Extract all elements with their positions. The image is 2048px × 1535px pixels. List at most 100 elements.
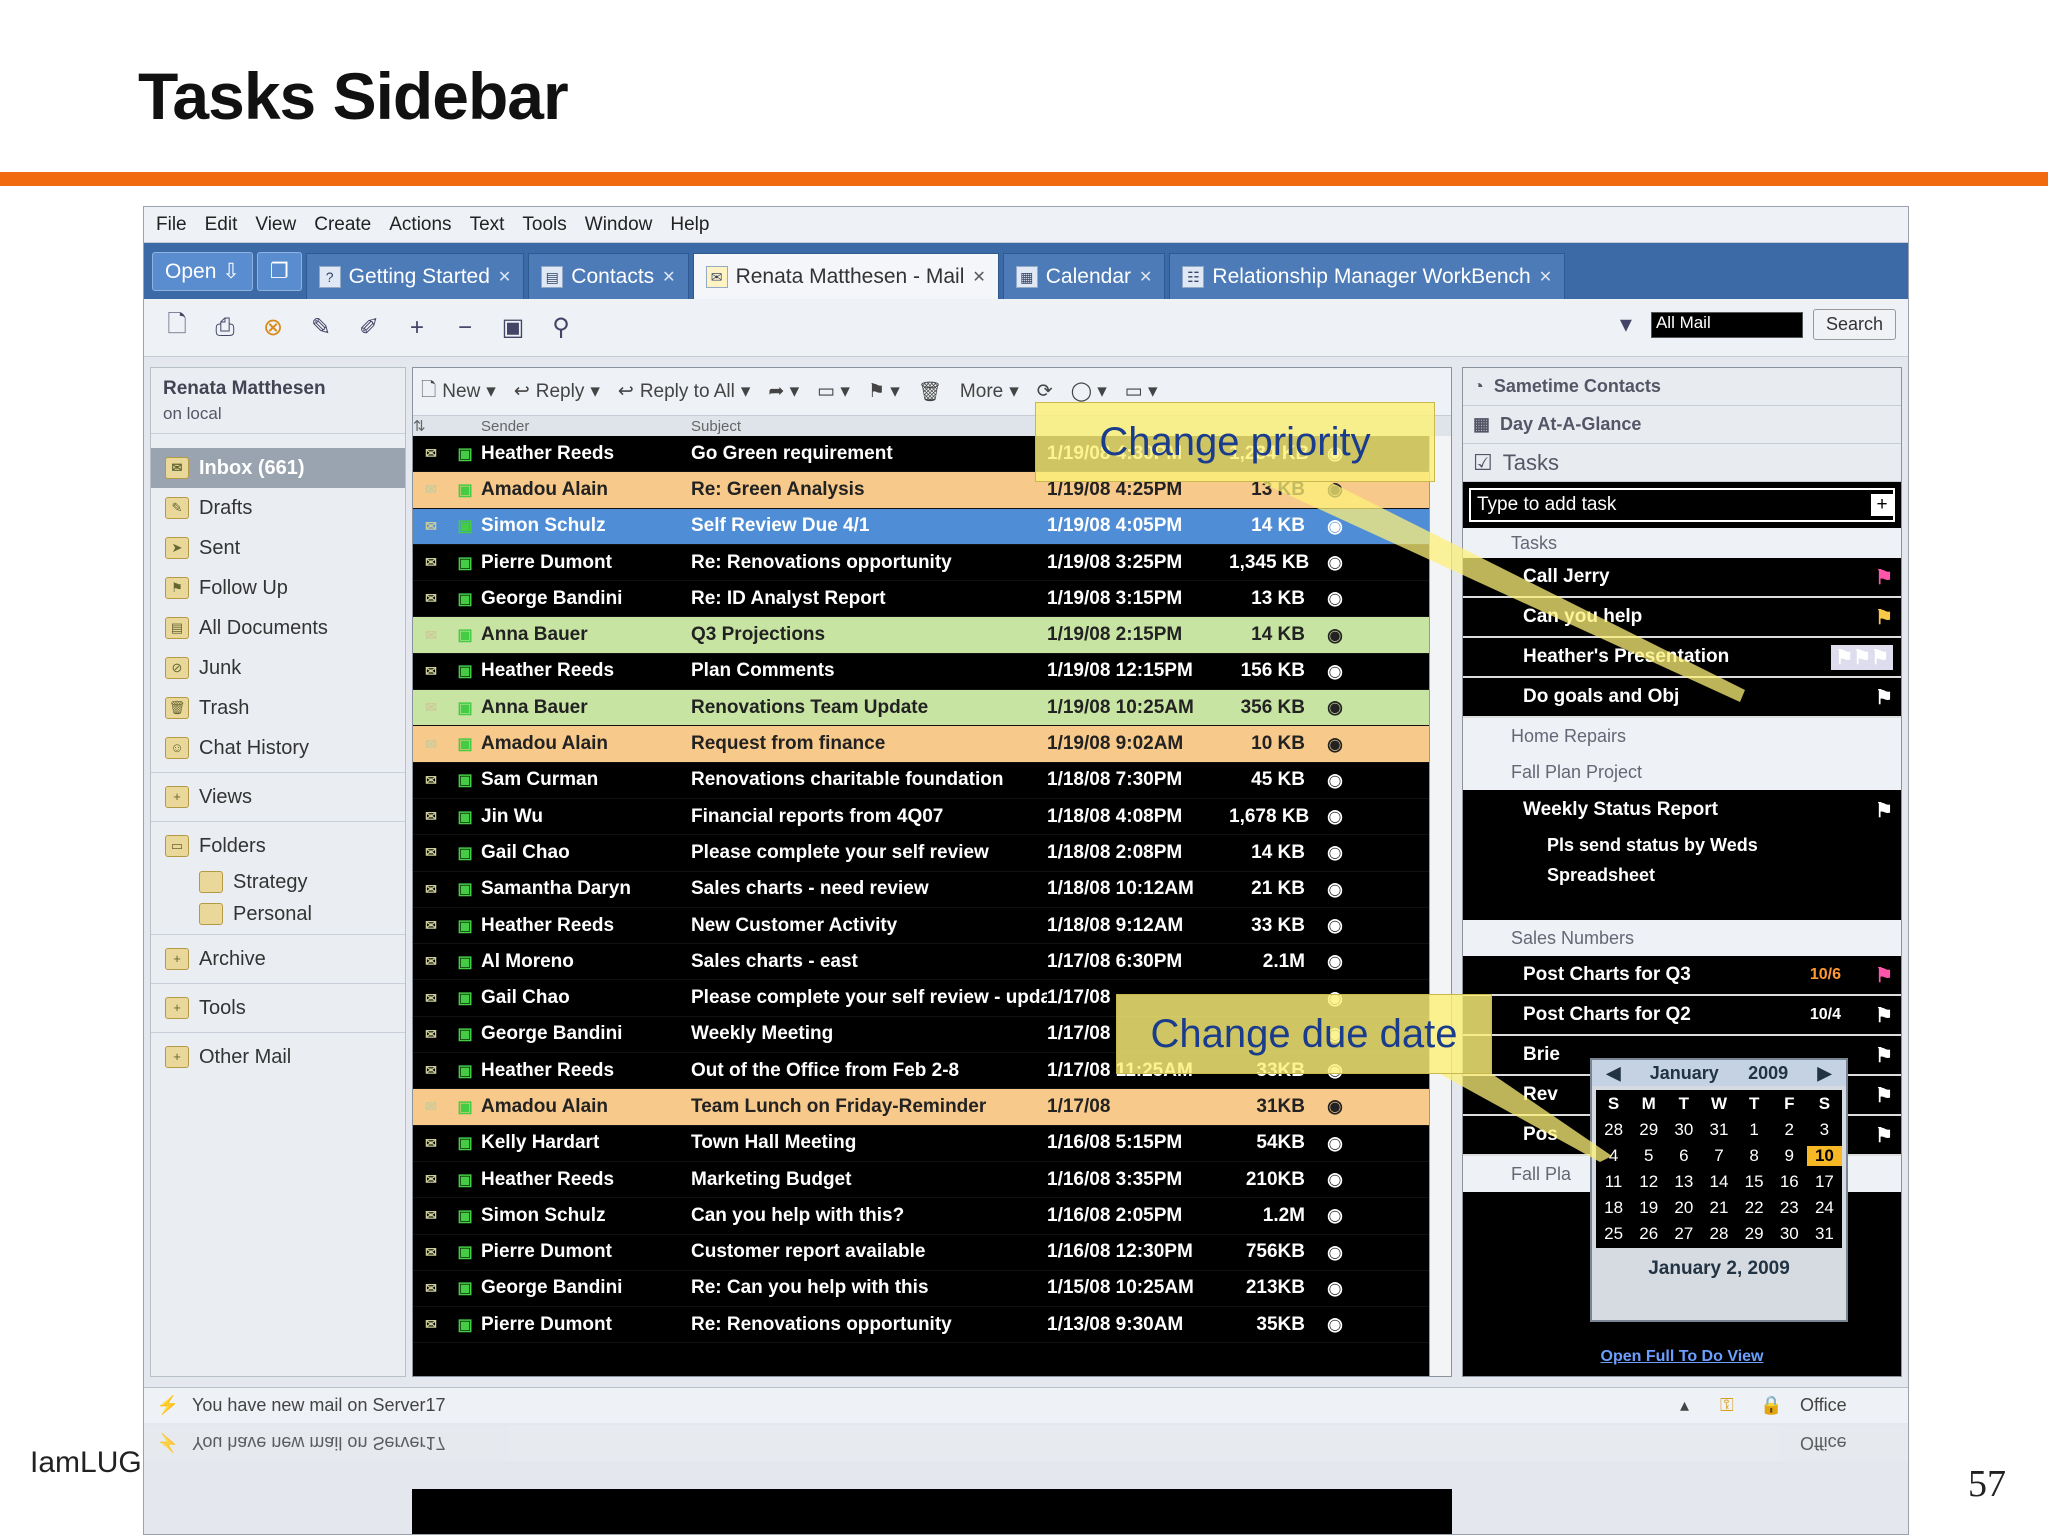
reply-all-button[interactable]: ↩ Reply to All ▾ xyxy=(618,380,751,403)
calendar-day[interactable]: 21 xyxy=(1701,1198,1736,1218)
tab-mail[interactable]: ✉ Renata Matthesen - Mail ✕ xyxy=(692,253,999,299)
flag-icon[interactable]: ⚑ xyxy=(1875,605,1893,630)
message-row[interactable]: ✉ ▣ Amadou Alain Team Lunch on Friday-Remin… xyxy=(413,1089,1451,1126)
message-row[interactable]: ✉ ▣ Pierre Dumont Re: Renovations opportuni… xyxy=(413,545,1451,582)
calendar-day[interactable]: 29 xyxy=(1737,1224,1772,1244)
nav-folder-personal[interactable]: Personal xyxy=(151,898,405,930)
message-row[interactable]: ✉ ▣ Anna Bauer Q3 Projections 1/19/08 2:15PM… xyxy=(413,617,1451,654)
message-row[interactable]: ✉ ▣ Amadou Alain Request from finance 1/19/0… xyxy=(413,726,1451,763)
message-row[interactable]: ✉ ▣ Gail Chao Please complete your self rev… xyxy=(413,835,1451,872)
calendar-day[interactable]: 28 xyxy=(1701,1224,1736,1244)
message-row[interactable]: ✉ ▣ Anna Bauer Renovations Team Update 1/19/… xyxy=(413,690,1451,727)
sametime-header[interactable]: ◔ Sametime Contacts xyxy=(1463,368,1901,406)
calendar-day[interactable]: 26 xyxy=(1631,1224,1666,1244)
message-row[interactable]: ✉ ▣ Heather Reeds New Customer Activity 1/18… xyxy=(413,908,1451,945)
task-subitem[interactable]: Spreadsheet xyxy=(1463,860,1901,890)
calendar-day[interactable]: 7 xyxy=(1701,1146,1736,1166)
search-scope-icon[interactable]: ▾ xyxy=(1611,310,1641,340)
calendar-day[interactable]: 8 xyxy=(1737,1146,1772,1166)
nav-other-mail[interactable]: + Other Mail xyxy=(151,1037,405,1077)
print-icon[interactable]: ⎙ xyxy=(210,313,240,343)
calendar-day[interactable]: 10 xyxy=(1806,1146,1842,1166)
nav-junk[interactable]: ⊘ Junk xyxy=(151,648,405,688)
calendar-day[interactable]: 18 xyxy=(1596,1198,1631,1218)
open-button[interactable]: Open ⇩ xyxy=(152,252,253,291)
copy-icon[interactable]: ▣ xyxy=(498,313,528,343)
calendar-day[interactable]: 19 xyxy=(1631,1198,1666,1218)
task-subitem[interactable]: Pls send status by Weds xyxy=(1463,830,1901,860)
nav-folders[interactable]: ▭ Folders xyxy=(151,826,405,866)
calendar-day[interactable]: 15 xyxy=(1737,1172,1772,1192)
tab-getting-started[interactable]: ? Getting Started ✕ xyxy=(305,253,525,299)
follow-up-flag-icon[interactable]: ⚑ ▾ xyxy=(868,380,900,403)
flag-icon[interactable]: ⚑ xyxy=(1875,1043,1893,1068)
tab-contacts[interactable]: ▤ Contacts ✕ xyxy=(528,253,689,299)
calendar-day[interactable]: 20 xyxy=(1666,1198,1701,1218)
menu-tools[interactable]: Tools xyxy=(522,214,566,236)
new-window-icon[interactable]: ❐ xyxy=(256,252,302,291)
menu-view[interactable]: View xyxy=(255,214,296,236)
calendar-day[interactable]: 22 xyxy=(1737,1198,1772,1218)
nav-folder-strategy[interactable]: Strategy xyxy=(151,866,405,898)
close-icon[interactable]: ✕ xyxy=(498,267,511,287)
delete-icon[interactable]: 🗑 xyxy=(918,380,942,404)
flag-icon[interactable]: ⚑ xyxy=(1875,963,1893,988)
calendar-day[interactable]: 12 xyxy=(1631,1172,1666,1192)
calendar-day[interactable]: 17 xyxy=(1807,1172,1842,1192)
menu-file[interactable]: File xyxy=(156,214,187,236)
nav-inbox[interactable]: ✉ Inbox (661) xyxy=(151,448,405,488)
calendar-day[interactable]: 30 xyxy=(1772,1224,1807,1244)
tasks-header[interactable]: ☑ Tasks xyxy=(1463,444,1901,482)
message-row[interactable]: ✉ ▣ Heather Reeds Marketing Budget 1/16/08 3… xyxy=(413,1162,1451,1199)
calendar-day[interactable]: 13 xyxy=(1666,1172,1701,1192)
nav-trash[interactable]: 🗑 Trash xyxy=(151,688,405,728)
tab-workbench[interactable]: ☷ Relationship Manager WorkBench ✕ xyxy=(1169,253,1566,299)
priority-flags-icon[interactable]: ⚑⚑⚑ xyxy=(1831,644,1893,670)
prev-month-icon[interactable]: ◀ xyxy=(1607,1063,1621,1084)
calendar-day[interactable]: 29 xyxy=(1631,1120,1666,1140)
calendar-day[interactable]: 23 xyxy=(1772,1198,1807,1218)
forward-icon[interactable]: ➦ ▾ xyxy=(768,380,799,403)
calendar-day[interactable]: 25 xyxy=(1596,1224,1631,1244)
flag-icon[interactable]: ⚑ xyxy=(1875,798,1893,823)
task-item[interactable]: Can you help ⚑ xyxy=(1463,598,1901,638)
expand-icon[interactable]: + xyxy=(402,313,432,343)
message-row[interactable]: ✉ ▣ Samantha Daryn Sales charts - need revi… xyxy=(413,872,1451,908)
message-row[interactable]: ✉ ▣ George Bandini Re: ID Analyst Report 1/1… xyxy=(413,581,1451,618)
menu-text[interactable]: Text xyxy=(470,214,505,236)
calendar-day[interactable]: 2 xyxy=(1772,1120,1807,1140)
mark-icon[interactable]: ✐ xyxy=(354,313,384,343)
flag-icon[interactable]: ⚑ xyxy=(1875,1003,1893,1028)
close-icon[interactable]: ✕ xyxy=(972,267,985,287)
calendar-day[interactable]: 31 xyxy=(1701,1120,1736,1140)
task-item[interactable]: Call Jerry ⚑ xyxy=(1463,558,1901,598)
task-item[interactable]: Weekly Status Report ⚑ xyxy=(1463,790,1901,830)
message-row[interactable]: ✉ ▣ Pierre Dumont Customer report available… xyxy=(413,1235,1451,1271)
sort-icon[interactable]: ⇅ xyxy=(413,417,481,435)
location-label[interactable]: Office xyxy=(1800,1395,1908,1416)
task-item[interactable]: Post Charts for Q3 10/6 ⚑ xyxy=(1463,956,1901,996)
find-icon[interactable]: ⚲ xyxy=(546,313,576,343)
calendar-day[interactable]: 31 xyxy=(1807,1224,1842,1244)
chat-bubble-icon[interactable]: ◯ ▾ xyxy=(1071,380,1107,403)
menu-help[interactable]: Help xyxy=(670,214,709,236)
due-date[interactable]: 10/6 xyxy=(1810,966,1841,984)
menu-window[interactable]: Window xyxy=(585,214,653,236)
nav-follow-up[interactable]: ⚑ Follow Up xyxy=(151,568,405,608)
flag-icon[interactable]: ⚑ xyxy=(1875,685,1893,710)
calendar-day[interactable]: 4 xyxy=(1596,1146,1631,1166)
up-arrow-icon[interactable]: ▴ xyxy=(1680,1395,1720,1416)
menu-edit[interactable]: Edit xyxy=(205,214,238,236)
task-item[interactable]: Post Charts for Q2 10/4 ⚑ xyxy=(1463,996,1901,1036)
calendar-day[interactable]: 1 xyxy=(1737,1120,1772,1140)
close-icon[interactable]: ✕ xyxy=(662,267,675,287)
stop-icon[interactable]: ⊗ xyxy=(258,313,288,343)
column-subject[interactable]: Subject xyxy=(691,418,741,435)
nav-drafts[interactable]: ✎ Drafts xyxy=(151,488,405,528)
menu-create[interactable]: Create xyxy=(314,214,371,236)
close-icon[interactable]: ✕ xyxy=(1539,267,1552,287)
scrollbar[interactable] xyxy=(1429,436,1451,1376)
message-row[interactable]: ✉ ▣ Kelly Hardart Town Hall Meeting 1/16/08 … xyxy=(413,1126,1451,1162)
nav-chat-history[interactable]: ☺ Chat History xyxy=(151,728,405,768)
calendar-day[interactable]: 27 xyxy=(1666,1224,1701,1244)
